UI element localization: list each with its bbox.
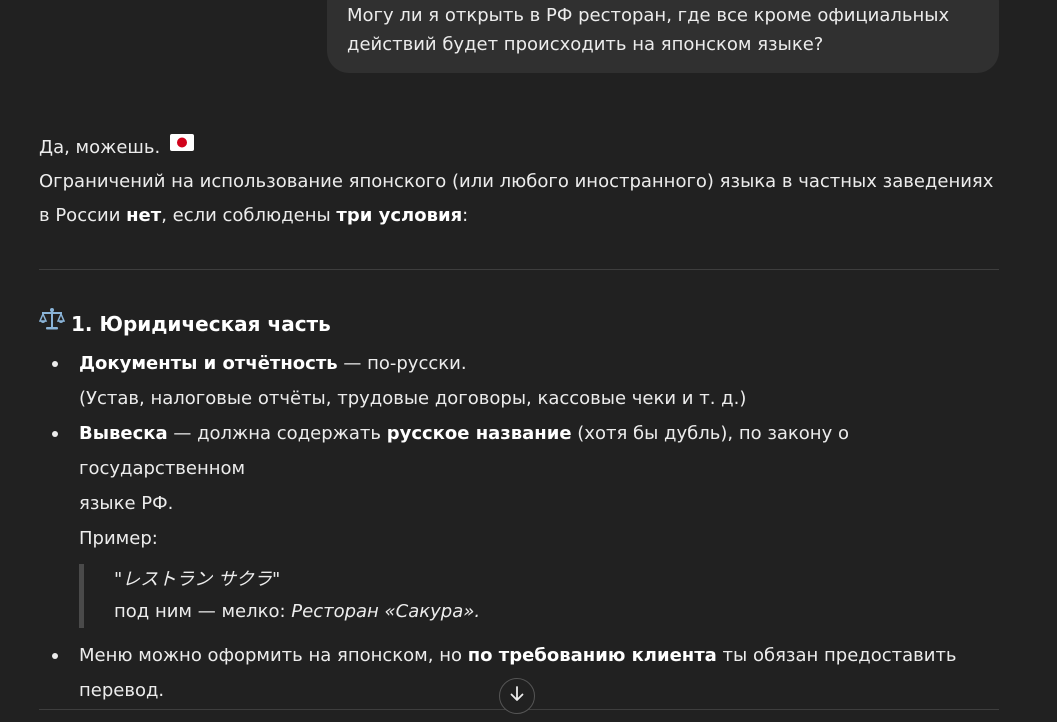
japan-flag-icon (169, 129, 194, 163)
user-message-line-2: действий будет происходить на японском я… (347, 34, 824, 55)
scroll-down-button[interactable] (499, 678, 535, 714)
arrow-down-icon (508, 685, 526, 707)
assistant-intro: Да, можешь. (39, 131, 999, 165)
bullet-text: (Устав, налоговые отчёты, трудовые догов… (79, 388, 747, 409)
user-message-line-1: Могу ли я открыть в РФ ресторан, где все… (347, 5, 950, 26)
bullet-text: Меню можно оформить на японском, но (79, 645, 468, 666)
assistant-message: Да, можешь. Ограничений на использование… (39, 131, 999, 233)
divider (39, 269, 999, 270)
bullet-dot (52, 653, 58, 659)
paragraph-text: , если соблюдены (161, 205, 337, 226)
chat-page: Могу ли я открыть в РФ ресторан, где все… (0, 0, 1057, 722)
user-message-bubble: Могу ли я открыть в РФ ресторан, где все… (327, 0, 999, 73)
bullet-dot (52, 431, 58, 437)
assistant-paragraph: Ограничений на использование японского (… (39, 165, 999, 233)
quote-text: "レストラン サクラ" (114, 569, 281, 590)
bullet-dot (52, 361, 58, 367)
assistant-intro-text: Да, можешь. (39, 137, 161, 158)
bullet-list: Документы и отчётность — по-русски. (Уст… (39, 346, 999, 708)
paragraph-bold: три условия (336, 205, 463, 226)
bullet-bold: Документы и отчётность (79, 353, 338, 374)
bullet-bold: по требованию клиента (467, 645, 717, 666)
list-item: Документы и отчётность — по-русски. (Уст… (39, 346, 999, 416)
bullet-bold: русское название (386, 423, 572, 444)
section-title: 1. Юридическая часть (71, 311, 331, 336)
bullet-text: Пример: (79, 528, 158, 549)
paragraph-text: Ограничений на использование японского (… (39, 171, 994, 192)
bullet-text: — должна содержать (167, 423, 387, 444)
quote-text: под ним — мелко: (114, 601, 292, 622)
paragraph-text: : (462, 205, 469, 226)
bullet-text: перевод. (79, 680, 165, 701)
list-item: Вывеска — должна содержать русское назва… (39, 416, 999, 628)
paragraph-text: в России (39, 205, 127, 226)
section-heading: 1. Юридическая часть (38, 307, 331, 340)
bullet-text: — по-русски. (337, 353, 467, 374)
bullet-text: ты обязан предоставить (716, 645, 957, 666)
scales-icon (38, 307, 66, 340)
bullet-bold: Вывеска (79, 423, 168, 444)
bullet-text: языке РФ. (79, 493, 174, 514)
paragraph-bold: нет (126, 205, 162, 226)
quote-italic: Ресторан «Сакура». (291, 601, 481, 622)
blockquote: "レストラン サクラ" под ним — мелко: Ресторан «С… (79, 564, 999, 628)
